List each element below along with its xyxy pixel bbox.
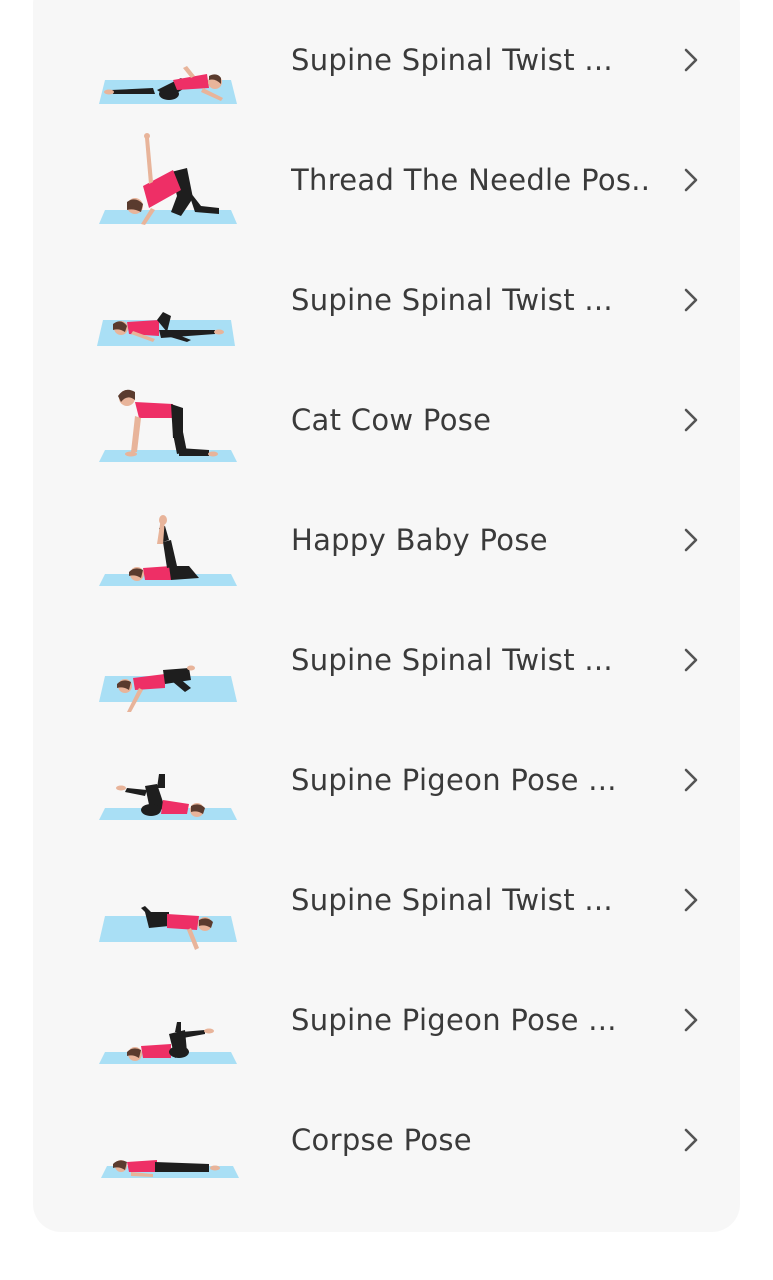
chevron-right-icon [684, 48, 698, 72]
exercise-row-supine-spinal-twist-3[interactable]: Supine Spinal Twist ... [33, 600, 740, 720]
yoga-pose-thread-needle-icon [99, 133, 237, 225]
exercise-row-thread-the-needle[interactable]: Thread The Needle Pos... [33, 120, 740, 240]
chevron-right-icon [684, 168, 698, 192]
exercise-row-corpse-pose[interactable]: Corpse Pose [33, 1080, 740, 1200]
exercise-row-supine-pigeon-1[interactable]: Supine Pigeon Pose ... [33, 720, 740, 840]
exercise-label: Happy Baby Pose [291, 523, 548, 557]
exercise-row-supine-spinal-twist-2[interactable]: Supine Spinal Twist ... [33, 240, 740, 360]
chevron-right-icon [684, 1008, 698, 1032]
chevron-right-icon [684, 768, 698, 792]
exercise-label: Supine Spinal Twist ... [291, 283, 613, 317]
exercise-row-supine-pigeon-2[interactable]: Supine Pigeon Pose ... [33, 960, 740, 1080]
chevron-right-icon [684, 288, 698, 312]
yoga-pose-pigeon-icon [99, 1022, 237, 1064]
exercise-label: Cat Cow Pose [291, 403, 492, 437]
yoga-pose-twist-icon [97, 312, 235, 346]
yoga-pose-corpse-icon [101, 1160, 239, 1178]
exercise-label: Supine Pigeon Pose ... [291, 1003, 617, 1037]
chevron-right-icon [684, 528, 698, 552]
yoga-pose-twist-icon [99, 906, 237, 950]
yoga-pose-twist-icon [99, 66, 237, 104]
exercise-row-happy-baby[interactable]: Happy Baby Pose [33, 480, 740, 600]
yoga-pose-pigeon-icon [99, 774, 237, 820]
exercise-label: Supine Spinal Twist ... [291, 883, 613, 917]
exercise-row-cat-cow[interactable]: Cat Cow Pose [33, 360, 740, 480]
exercise-row-supine-spinal-twist-1[interactable]: Supine Spinal Twist ... [33, 0, 740, 120]
exercise-label: Supine Pigeon Pose ... [291, 763, 617, 797]
exercise-list: Supine Spinal Twist ... Thread The Needl… [33, 0, 740, 1200]
chevron-right-icon [684, 408, 698, 432]
chevron-right-icon [684, 648, 698, 672]
exercise-label: Supine Spinal Twist ... [291, 43, 613, 77]
yoga-pose-happy-baby-icon [99, 515, 237, 586]
exercise-list-card: Supine Spinal Twist ... Thread The Needl… [33, 0, 740, 1232]
exercise-label: Thread The Needle Pos... [291, 163, 653, 197]
yoga-pose-cat-cow-icon [99, 389, 237, 462]
exercise-row-supine-spinal-twist-4[interactable]: Supine Spinal Twist ... [33, 840, 740, 960]
exercise-label: Supine Spinal Twist ... [291, 643, 613, 677]
yoga-pose-twist-icon [99, 665, 237, 712]
exercise-label: Corpse Pose [291, 1123, 472, 1157]
chevron-right-icon [684, 888, 698, 912]
chevron-right-icon [684, 1128, 698, 1152]
